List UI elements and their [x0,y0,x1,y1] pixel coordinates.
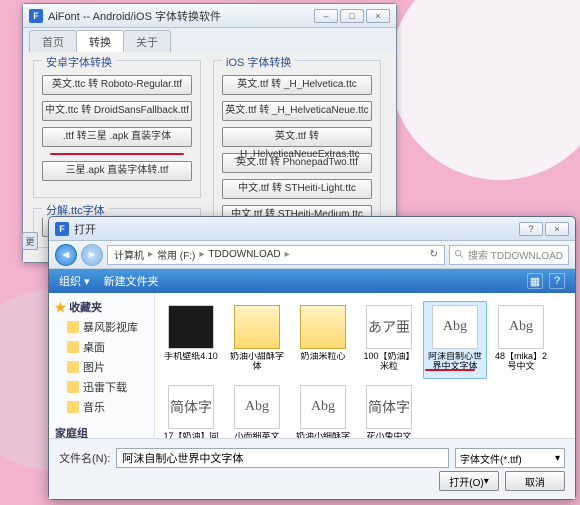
image-thumb [168,305,214,349]
sidebar-item[interactable]: 迅雷下载 [49,377,154,397]
filename-input[interactable] [116,448,449,468]
file-item[interactable]: あア亜 100【奶油】米粒 [357,301,421,379]
file-label: 花小兔中文 [366,432,411,438]
win1-title: AiFont -- Android/iOS 字体转换软件 [48,8,221,24]
ios-btn-4[interactable]: 英文.ttf 转 PhonepadTwo.ttf [222,153,372,173]
nav-back-icon[interactable]: ◄ [55,244,77,266]
font-thumb: Abg [498,305,544,349]
file-label: 17【奶油】同心中文 [162,432,220,438]
file-item[interactable]: 简体字 17【奶油】同心中文 [159,381,223,438]
win1-titlebar[interactable]: F AiFont -- Android/iOS 字体转换软件 – □ × [23,4,396,28]
font-thumb: 简体字 [168,385,214,429]
file-label: 奶油小甜酥字体 [228,352,286,372]
cancel-button[interactable]: 取消 [505,471,565,491]
font-thumb: Abg [234,385,280,429]
side-handle[interactable]: 更 [22,232,38,250]
app-icon: F [29,9,43,23]
search-icon [454,249,465,260]
file-item[interactable]: Abg 48【mika】2号中文 [489,301,553,379]
open-button[interactable]: 打开(O) ▾ [439,471,499,491]
ios-btn-1[interactable]: 英文.ttf 转 _H_Helvetica.ttc [222,75,372,95]
search-input[interactable]: 搜索 TDDOWNLOAD [449,245,569,265]
minimize-button[interactable]: – [314,9,338,23]
file-grid[interactable]: 手机壁纸4.10 奶油小甜酥字体 奶油米粒心 あア亜 100【奶油】米粒Abg阿沫自制心… [155,293,575,438]
android-btn-4[interactable]: 三星.apk 直装字体转.ttf [42,161,192,181]
font-thumb: あア亜 [366,305,412,349]
breadcrumb[interactable]: 计算机▸ 常用 (F:)▸ TDDOWNLOAD▸ ↻ [107,245,445,265]
file-label: 小而细英文 [234,432,279,438]
font-thumb: Abg [300,385,346,429]
folder-icon [67,381,79,393]
refresh-icon[interactable]: ↻ [430,249,438,260]
file-label: 48【mika】2号中文 [492,352,550,372]
tab-convert[interactable]: 转换 [76,30,124,52]
tab-about[interactable]: 关于 [123,30,171,52]
android-btn-1[interactable]: 英文.ttc 转 Roboto-Regular.ttf [42,75,192,95]
crumb-2[interactable]: TDDOWNLOAD [208,249,280,260]
sidebar: ★ 收藏夹 暴风影视库 桌面 图片 迅雷下载 音乐 家庭组 计算机 WIN7 (… [49,293,155,438]
dialog-toolbar: 组织 ▾ 新建文件夹 ▦ ? [49,269,575,293]
win1-tabs: 首页 转换 关于 [23,28,396,52]
filename-label: 文件名(N): [59,450,110,466]
organize-button[interactable]: 组织 ▾ [59,273,90,289]
font-thumb: Abg [432,305,478,349]
crumb-0[interactable]: 计算机 [114,247,144,262]
dialog-title: 打开 [74,221,96,237]
annotation-underline-1 [50,153,184,155]
file-item[interactable]: Abg阿沫自制心世界中文字体 [423,301,487,379]
sidebar-favorites[interactable]: 收藏夹 [69,302,102,314]
view-icon[interactable]: ▦ [527,273,543,289]
maximize-button[interactable]: □ [340,9,364,23]
folder-icon [234,305,280,349]
annotation-underline-2 [425,369,475,371]
ios-group-title: iOS 字体转换 [222,54,295,70]
sidebar-item[interactable]: 暴风影视库 [49,317,154,337]
dialog-close-button[interactable]: × [545,222,569,236]
android-group-title: 安卓字体转换 [42,54,116,70]
ios-btn-5[interactable]: 中文.ttf 转 STHeiti-Light.ttc [222,179,372,199]
sidebar-item[interactable]: 音乐 [49,397,154,417]
folder-icon [67,361,79,373]
file-item[interactable]: 简体字花小兔中文 [357,381,421,438]
file-label: 手机壁纸4.10 [164,352,218,362]
ios-btn-3[interactable]: 英文.ttf 转 _H_HelveticaNeueExtras.ttc [222,127,372,147]
dialog-help-button[interactable]: ? [519,222,543,236]
file-item[interactable]: 奶油小甜酥字体 [225,301,289,379]
android-btn-2[interactable]: 中文.ttc 转 DroidSansFallback.ttf [42,101,192,121]
android-group: 安卓字体转换 英文.ttc 转 Roboto-Regular.ttf 中文.tt… [33,60,201,198]
font-thumb: 简体字 [366,385,412,429]
help-icon[interactable]: ? [549,273,565,289]
folder-icon [67,341,79,353]
android-btn-3[interactable]: .ttf 转三星 .apk 直装字体 [42,127,192,147]
sidebar-item[interactable]: 图片 [49,357,154,377]
dialog-icon: F [55,222,69,236]
sidebar-item[interactable]: 桌面 [49,337,154,357]
tab-home[interactable]: 首页 [29,30,77,52]
folder-icon [300,305,346,349]
file-item[interactable]: 奶油米粒心 [291,301,355,379]
open-dialog: F 打开 ? × ◄ ► 计算机▸ 常用 (F:)▸ TDDOWNLOAD▸ ↻… [48,216,576,500]
file-label: 100【奶油】米粒 [360,352,418,372]
dialog-bottom: 文件名(N): 字体文件(*.ttf)▾ 打开(O) ▾ 取消 [49,438,575,499]
sidebar-homegroup[interactable]: 家庭组 [49,423,154,438]
file-label: 奶油米粒心 [300,352,345,362]
new-folder-button[interactable]: 新建文件夹 [104,273,159,289]
star-icon: ★ [55,302,66,314]
folder-icon [67,401,79,413]
filetype-select[interactable]: 字体文件(*.ttf)▾ [455,448,565,468]
folder-icon [67,321,79,333]
address-bar: ◄ ► 计算机▸ 常用 (F:)▸ TDDOWNLOAD▸ ↻ 搜索 TDDOW… [49,241,575,269]
ios-btn-2[interactable]: 英文.ttf 转 _H_HelveticaNeue.ttc [222,101,372,121]
nav-fwd-icon[interactable]: ► [81,244,103,266]
file-label: 奶油小细酥字体 [294,432,352,438]
file-item[interactable]: Abg 奶油小细酥字体 [291,381,355,438]
file-item[interactable]: 手机壁纸4.10 [159,301,223,379]
dialog-titlebar[interactable]: F 打开 ? × [49,217,575,241]
file-item[interactable]: Abg 小而细英文 [225,381,289,438]
close-button[interactable]: × [366,9,390,23]
crumb-1[interactable]: 常用 (F:) [157,247,195,262]
